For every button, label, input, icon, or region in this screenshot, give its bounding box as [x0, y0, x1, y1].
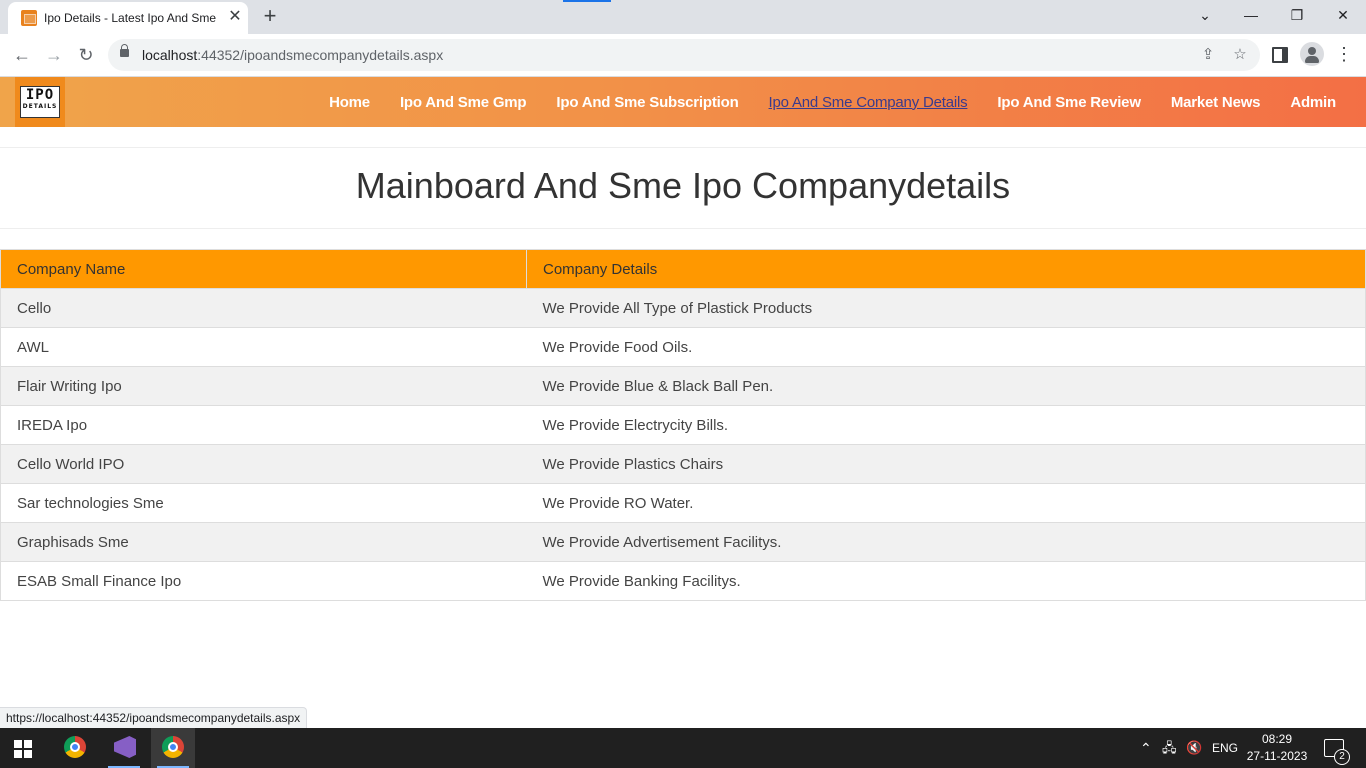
taskbar-visual-studio[interactable]	[102, 728, 146, 768]
company-details-cell: We Provide Electrycity Bills.	[526, 405, 1366, 445]
browser-toolbar: ← → ↻ localhost:44352/ipoandsmecompanyde…	[0, 34, 1366, 77]
browser-tabstrip: Ipo Details - Latest Ipo And Sme ✕ + ⌄ —…	[0, 0, 1366, 34]
volume-muted-icon[interactable]: 🔇	[1186, 728, 1202, 768]
company-details-cell: We Provide Banking Facilitys.	[526, 561, 1366, 601]
main-menu: Home Ipo And Sme Gmp Ipo And Sme Subscri…	[299, 77, 1336, 127]
table-row: Cello We Provide All Type of Plastick Pro…	[0, 288, 1366, 328]
company-details-cell: We Provide Food Oils.	[526, 327, 1366, 367]
windows-start-icon[interactable]	[14, 740, 32, 758]
column-header-company-name: Company Name	[0, 249, 527, 289]
network-icon[interactable]: 🖧	[1162, 728, 1177, 768]
clock-time: 08:29	[1261, 732, 1293, 746]
company-name-cell: Sar technologies Sme	[0, 483, 527, 523]
nav-market-news[interactable]: Market News	[1171, 94, 1261, 111]
tab-indicator	[563, 0, 611, 2]
close-window-button[interactable]: ✕	[1320, 0, 1366, 32]
browser-menu-icon[interactable]: ⋮	[1334, 43, 1354, 67]
restore-button[interactable]: ❐	[1274, 0, 1320, 32]
notification-count-badge: 2	[1334, 749, 1350, 765]
lock-icon	[120, 44, 129, 57]
nav-ipo-sme-subscription[interactable]: Ipo And Sme Subscription	[556, 94, 738, 111]
reload-icon[interactable]: ↻	[74, 43, 98, 67]
nav-home[interactable]: Home	[329, 94, 370, 111]
minimize-button[interactable]: —	[1228, 0, 1274, 32]
taskbar: ⌃ 🖧 🔇 ENG 08:29 27-11-2023 2	[0, 728, 1366, 768]
table-header-row: Company Name Company Details	[0, 249, 1366, 289]
taskbar-clock[interactable]: 08:29 27-11-2023	[1242, 731, 1312, 765]
logo-badge: IPO DETAILS	[20, 86, 60, 118]
new-tab-button[interactable]: +	[258, 5, 282, 29]
company-details-cell: We Provide Advertisement Facilitys.	[526, 522, 1366, 562]
tab-title: Ipo Details - Latest Ipo And Sme	[44, 11, 216, 25]
nav-ipo-sme-review[interactable]: Ipo And Sme Review	[997, 94, 1141, 111]
table-row: Cello World IPO We Provide Plastics Chair…	[0, 444, 1366, 484]
logo-main-text: IPO	[25, 87, 55, 103]
divider	[0, 228, 1366, 229]
company-details-cell: We Provide Plastics Chairs	[526, 444, 1366, 484]
back-arrow-icon[interactable]: ←	[10, 43, 34, 67]
url-path: :44352/ipoandsmecompanydetails.aspx	[197, 47, 444, 63]
side-panel-icon[interactable]	[1272, 47, 1288, 63]
share-icon[interactable]: ⇪	[1196, 43, 1220, 67]
table-row: Graphisads Sme We Provide Advertisement F…	[0, 522, 1366, 562]
company-name-cell: Graphisads Sme	[0, 522, 527, 562]
table-row: IREDA Ipo We Provide Electrycity Bills.	[0, 405, 1366, 445]
logo-sub-text: DETAILS	[22, 103, 58, 110]
company-name-cell: Cello World IPO	[0, 444, 527, 484]
tab-close-button[interactable]: ✕	[226, 8, 244, 26]
clock-date: 27-11-2023	[1246, 749, 1308, 763]
company-details-table: Company Name Company Details Cello We Pro…	[0, 249, 1366, 601]
site-navbar: IPO DETAILS Home Ipo And Sme Gmp Ipo And…	[0, 77, 1366, 127]
nav-admin[interactable]: Admin	[1290, 94, 1336, 111]
browser-tab[interactable]: Ipo Details - Latest Ipo And Sme ✕	[8, 2, 248, 34]
bookmark-star-icon[interactable]: ☆	[1228, 43, 1252, 67]
profile-avatar-icon[interactable]	[1300, 42, 1324, 66]
company-name-cell: ESAB Small Finance Ipo	[0, 561, 527, 601]
company-details-cell: We Provide All Type of Plastick Products	[526, 288, 1366, 328]
table-row: Sar technologies Sme We Provide RO Water.	[0, 483, 1366, 523]
company-name-cell: IREDA Ipo	[0, 405, 527, 445]
company-details-cell: We Provide Blue & Black Ball Pen.	[526, 366, 1366, 406]
column-header-company-details: Company Details	[526, 249, 1366, 289]
nav-ipo-sme-gmp[interactable]: Ipo And Sme Gmp	[400, 94, 527, 111]
tab-search-button[interactable]: ⌄	[1182, 0, 1228, 32]
url-host: localhost	[142, 47, 198, 63]
forward-arrow-icon[interactable]: →	[42, 43, 66, 67]
address-bar[interactable]: localhost:44352/ipoandsmecompanydetails.…	[108, 39, 1260, 71]
url-text: localhost:44352/ipoandsmecompanydetails.…	[142, 47, 443, 63]
table-row: Flair Writing Ipo We Provide Blue & Black…	[0, 366, 1366, 406]
site-logo[interactable]: IPO DETAILS	[15, 77, 65, 127]
company-name-cell: Cello	[0, 288, 527, 328]
page-title: Mainboard And Sme Ipo Companydetails	[355, 165, 1011, 206]
divider	[0, 147, 1366, 148]
table-row: AWL We Provide Food Oils.	[0, 327, 1366, 367]
company-details-cell: We Provide RO Water.	[526, 483, 1366, 523]
taskbar-chrome[interactable]	[53, 728, 97, 768]
taskbar-chrome-active[interactable]	[151, 728, 195, 768]
tray-chevron-up-icon[interactable]: ⌃	[1140, 728, 1152, 768]
table-row: ESAB Small Finance Ipo We Provide Banking…	[0, 561, 1366, 601]
company-name-cell: Flair Writing Ipo	[0, 366, 527, 406]
nav-ipo-sme-company-details[interactable]: Ipo And Sme Company Details	[769, 94, 968, 111]
favicon-icon	[21, 10, 37, 26]
status-bar-url: https://localhost:44352/ipoandsmecompany…	[0, 707, 308, 730]
language-indicator[interactable]: ENG	[1212, 728, 1238, 768]
visual-studio-icon	[114, 736, 136, 758]
chrome-icon	[64, 736, 86, 758]
chrome-icon	[162, 736, 184, 758]
company-name-cell: AWL	[0, 327, 527, 367]
